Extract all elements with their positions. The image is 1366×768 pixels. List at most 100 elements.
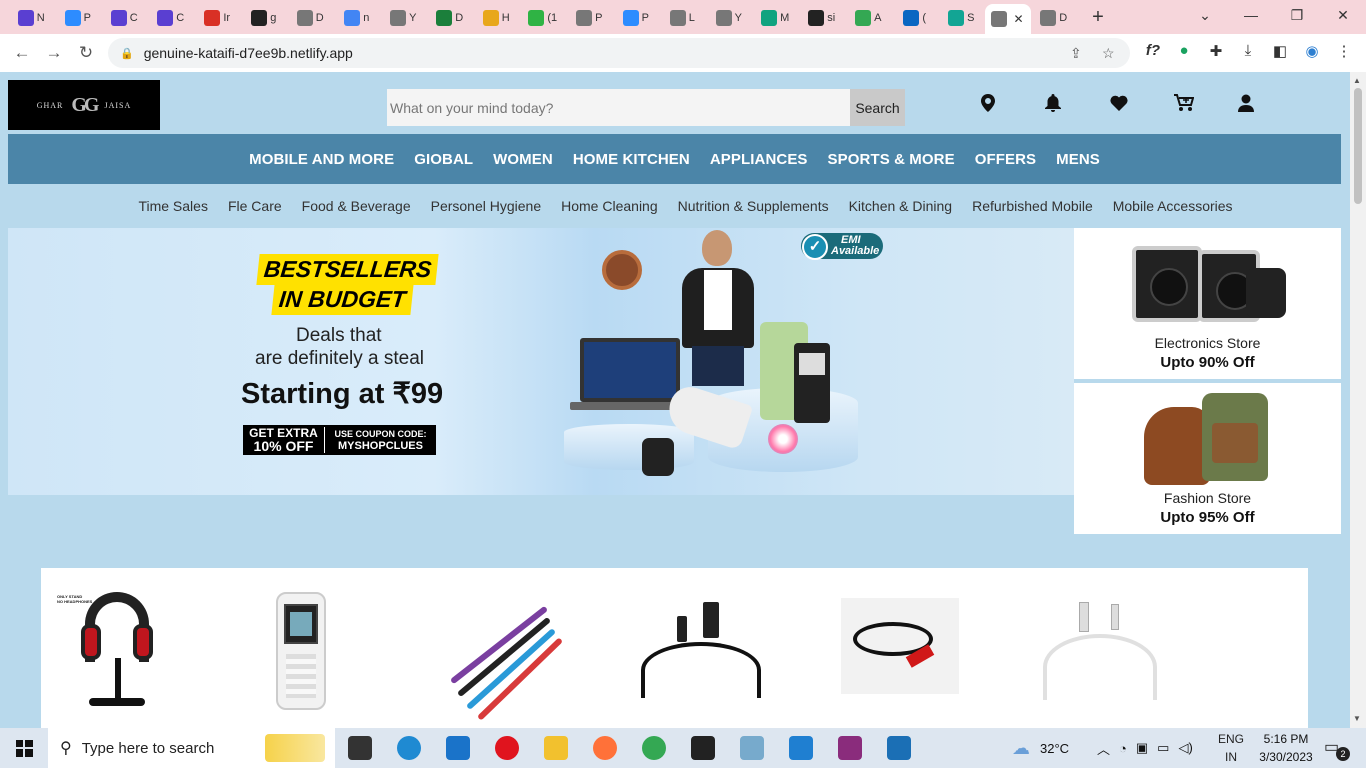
meet-now-icon[interactable]: ▣ xyxy=(1136,740,1148,756)
electronics-store-card[interactable]: Electronics Store Upto 90% Off xyxy=(1074,228,1341,379)
maximize-icon[interactable]: ❐ xyxy=(1274,0,1320,30)
edge-taskbar-button[interactable] xyxy=(384,728,433,768)
browser-tab[interactable]: (1 xyxy=(520,3,567,33)
cart-icon[interactable] xyxy=(1173,92,1195,114)
subnav-link[interactable]: Kitchen & Dining xyxy=(849,198,953,214)
browser-tab[interactable]: D xyxy=(1031,3,1078,33)
browser-tab[interactable]: g xyxy=(241,3,288,33)
browser-tab[interactable]: D xyxy=(427,3,474,33)
close-tab-icon[interactable]: ✕ xyxy=(1013,12,1023,26)
category-link[interactable]: GIOBAL xyxy=(414,151,473,168)
subnav-link[interactable]: Food & Beverage xyxy=(302,198,411,214)
language-indicator[interactable]: ENG IN xyxy=(1215,730,1247,766)
download-icon[interactable]: ⤓ xyxy=(1237,42,1259,59)
winrar-taskbar-button[interactable] xyxy=(825,728,874,768)
scroll-down-icon[interactable]: ▼ xyxy=(1353,714,1361,723)
browser-tab[interactable]: Ir xyxy=(194,3,241,33)
photos-taskbar-button[interactable] xyxy=(874,728,923,768)
subnav-link[interactable]: Personel Hygiene xyxy=(431,198,542,214)
browser-tab[interactable]: ( xyxy=(892,3,939,33)
vscode-taskbar-button[interactable] xyxy=(776,728,825,768)
hero-banner[interactable]: BESTSELLERS IN BUDGET Deals that are def… xyxy=(8,228,1074,495)
bookmark-star-icon[interactable]: ☆ xyxy=(1102,45,1115,62)
product-hdmi-cable[interactable] xyxy=(841,598,959,694)
taskbar-search-box[interactable]: ⚲ Type here to search xyxy=(48,728,335,768)
browser-tab[interactable]: P xyxy=(566,3,613,33)
scrollbar-thumb[interactable] xyxy=(1354,88,1362,204)
extensions-puzzle-icon[interactable]: ✚ xyxy=(1205,42,1227,60)
windows-start-button[interactable] xyxy=(0,728,48,768)
product-aux-cables[interactable] xyxy=(439,590,564,721)
browser-tab[interactable]: D xyxy=(287,3,334,33)
browser-tab[interactable]: C xyxy=(101,3,148,33)
formula-extension-icon[interactable]: f? xyxy=(1142,42,1164,59)
gitkraken-taskbar-button[interactable] xyxy=(727,728,776,768)
sticky-notes-taskbar-button[interactable] xyxy=(678,728,727,768)
browser-tab[interactable]: P xyxy=(613,3,660,33)
side-panel-icon[interactable]: ◧ xyxy=(1269,42,1291,60)
browser-tab[interactable]: L xyxy=(659,3,706,33)
category-link[interactable]: HOME KITCHEN xyxy=(573,151,690,168)
share-icon[interactable]: ⇪ xyxy=(1070,45,1082,62)
bell-icon[interactable] xyxy=(1042,92,1064,114)
browser-menu-icon[interactable]: ⋮ xyxy=(1333,42,1355,60)
browser-tab[interactable]: ✕ xyxy=(984,4,1031,34)
subnav-link[interactable]: Fle Care xyxy=(228,198,282,214)
category-link[interactable]: MOBILE AND MORE xyxy=(249,151,394,168)
browser-tab[interactable]: Y xyxy=(380,3,427,33)
back-icon[interactable]: ← xyxy=(6,43,38,63)
product-feature-phone[interactable] xyxy=(276,592,326,710)
new-tab-button[interactable]: + xyxy=(1083,6,1113,29)
taskbar-clock[interactable]: 5:16 PM 3/30/2023 xyxy=(1246,730,1326,766)
browser-tab[interactable]: A xyxy=(845,3,892,33)
lock-icon[interactable]: 🔒 xyxy=(120,47,134,60)
category-link[interactable]: OFFERS xyxy=(975,151,1036,168)
user-icon[interactable] xyxy=(1235,92,1257,114)
chrome-taskbar-button[interactable] xyxy=(629,728,678,768)
category-link[interactable]: WOMEN xyxy=(493,151,553,168)
category-link[interactable]: APPLIANCES xyxy=(710,151,808,168)
browser-tab[interactable]: n xyxy=(334,3,381,33)
notification-center-icon[interactable]: ▭ 2 xyxy=(1324,737,1350,761)
mail-taskbar-button[interactable] xyxy=(433,728,482,768)
heart-icon[interactable] xyxy=(1108,92,1130,114)
minimize-icon[interactable]: — xyxy=(1228,0,1274,30)
wifi-icon[interactable]: ◔ xyxy=(1119,741,1127,756)
chevron-up-icon[interactable]: ︿ xyxy=(1097,739,1110,758)
product-usb-c-cable[interactable] xyxy=(641,602,761,702)
close-window-icon[interactable]: ✕ xyxy=(1320,0,1366,30)
subnav-link[interactable]: Refurbished Mobile xyxy=(972,198,1093,214)
profile-avatar-icon[interactable]: ◉ xyxy=(1301,42,1323,60)
browser-tab[interactable]: P xyxy=(55,3,102,33)
browser-tab[interactable]: C xyxy=(148,3,195,33)
category-link[interactable]: MENS xyxy=(1056,151,1100,168)
browser-tab[interactable]: N xyxy=(8,3,55,33)
tab-search-icon[interactable]: ⌄ xyxy=(1182,0,1228,30)
subnav-link[interactable]: Home Cleaning xyxy=(561,198,658,214)
reload-icon[interactable]: ↻ xyxy=(70,43,102,63)
browser-tab[interactable]: si xyxy=(799,3,846,33)
volume-icon[interactable]: ◁) xyxy=(1178,740,1192,756)
site-search-button[interactable]: Search xyxy=(850,89,905,126)
opera-taskbar-button[interactable] xyxy=(482,728,531,768)
subnav-link[interactable]: Nutrition & Supplements xyxy=(678,198,829,214)
fashion-store-card[interactable]: Fashion Store Upto 95% Off xyxy=(1074,383,1341,534)
product-headphone-stand[interactable] xyxy=(81,588,153,708)
file-explorer-taskbar-button[interactable] xyxy=(531,728,580,768)
location-icon[interactable] xyxy=(977,92,999,114)
browser-tab[interactable]: H xyxy=(473,3,520,33)
browser-tab[interactable]: Y xyxy=(706,3,753,33)
firefox-taskbar-button[interactable] xyxy=(580,728,629,768)
site-search-input[interactable] xyxy=(387,89,850,126)
battery-icon[interactable]: ▭ xyxy=(1157,740,1169,756)
browser-tab[interactable]: S xyxy=(938,3,985,33)
subnav-link[interactable]: Time Sales xyxy=(138,198,208,214)
grammarly-icon[interactable]: ● xyxy=(1173,42,1195,59)
site-logo[interactable]: GHAR GG JAISA xyxy=(8,80,160,130)
forward-icon[interactable]: → xyxy=(38,43,70,63)
category-link[interactable]: SPORTS & MORE xyxy=(828,151,955,168)
task-view-taskbar-button[interactable] xyxy=(335,728,384,768)
subnav-link[interactable]: Mobile Accessories xyxy=(1113,198,1233,214)
page-scrollbar[interactable]: ▲ ▼ xyxy=(1350,72,1366,728)
weather-widget[interactable]: ☁ 32°C xyxy=(1012,728,1069,768)
